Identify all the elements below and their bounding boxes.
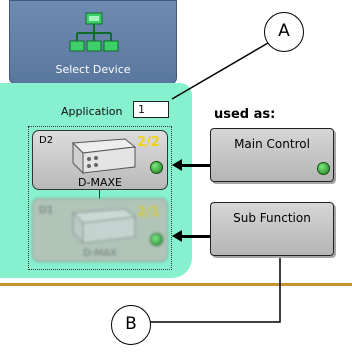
callout-b: B bbox=[111, 305, 151, 345]
callout-lines bbox=[148, 42, 281, 323]
callout-a: A bbox=[264, 12, 304, 52]
